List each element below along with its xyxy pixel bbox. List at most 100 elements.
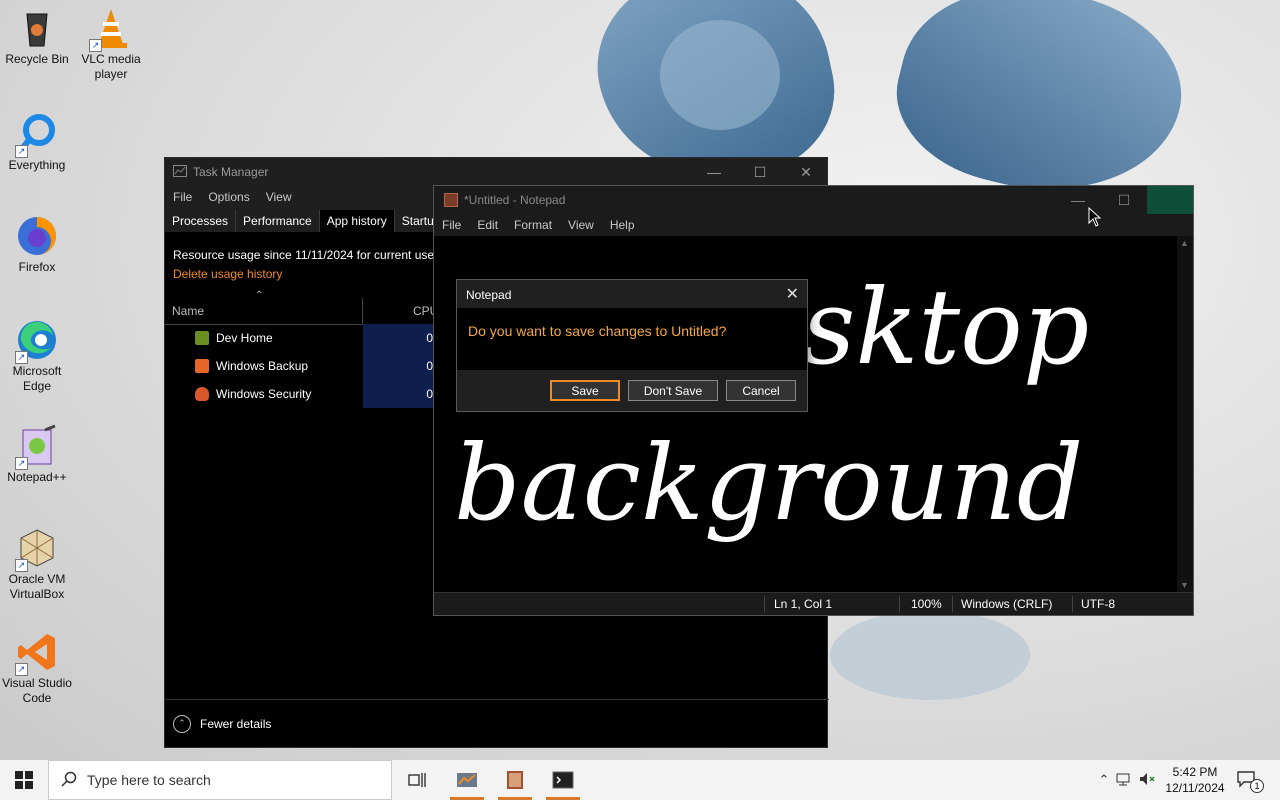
- wallpaper-ear-inner: [660, 20, 780, 130]
- status-position: Ln 1, Col 1: [774, 597, 833, 611]
- row-name: Windows Backup: [216, 359, 309, 373]
- row-cpu: 0: [363, 324, 435, 352]
- column-name[interactable]: Name: [165, 304, 362, 318]
- notepad-plus-plus-icon: ↗: [15, 424, 59, 470]
- task-manager-icon: [173, 164, 187, 180]
- menu-file[interactable]: File: [434, 218, 469, 232]
- recycle-bin-icon: [15, 6, 59, 50]
- desktop-icon-virtualbox[interactable]: ↗ Oracle VM VirtualBox: [0, 526, 74, 602]
- menu-view[interactable]: View: [560, 218, 602, 232]
- menu-format[interactable]: Format: [506, 218, 560, 232]
- status-divider: [952, 596, 953, 612]
- task-manager-icon: [457, 773, 477, 787]
- vscode-icon: ↗: [15, 630, 59, 676]
- save-button[interactable]: Save: [550, 380, 620, 401]
- row-name: Windows Security: [216, 387, 312, 401]
- taskbar-search-box[interactable]: Type here to search: [48, 760, 392, 800]
- tab-performance[interactable]: Performance: [236, 210, 320, 232]
- chevron-up-icon[interactable]: ⌃: [1096, 772, 1112, 788]
- taskbar-app-terminal[interactable]: [540, 760, 586, 800]
- shortcut-arrow-icon: ↗: [89, 39, 102, 52]
- task-view-icon: [408, 773, 426, 787]
- text-line-2: background: [454, 422, 1084, 544]
- desktop-icon-label: Oracle VM VirtualBox: [8, 572, 66, 601]
- search-magnifier-icon: ↗: [15, 112, 59, 158]
- minimize-button[interactable]: —: [691, 158, 737, 186]
- desktop-icon-edge[interactable]: ↗ Microsoft Edge: [0, 318, 74, 394]
- edge-icon: ↗: [15, 318, 59, 364]
- status-line-ending: Windows (CRLF): [961, 597, 1053, 611]
- desktop-icon-recycle-bin[interactable]: Recycle Bin: [0, 6, 74, 67]
- shortcut-arrow-icon: ↗: [15, 457, 28, 470]
- desktop-icon-vscode[interactable]: ↗ Visual Studio Code: [0, 630, 74, 706]
- desktop-icon-vlc[interactable]: ↗ VLC media player: [74, 6, 148, 82]
- menu-edit[interactable]: Edit: [469, 218, 506, 232]
- dev-home-icon: [195, 331, 209, 345]
- network-icon[interactable]: [1112, 772, 1136, 789]
- virtualbox-icon: ↗: [15, 526, 59, 572]
- shield-icon: [195, 387, 209, 401]
- notepad-statusbar: Ln 1, Col 1 100% Windows (CRLF) UTF-8: [434, 592, 1193, 615]
- speaker-icon[interactable]: [1136, 772, 1158, 789]
- close-button[interactable]: ✕: [783, 158, 829, 186]
- status-divider: [1072, 596, 1073, 612]
- desktop-icon-label: VLC media player: [81, 52, 141, 81]
- sort-ascending-icon: ⌃: [255, 290, 264, 301]
- dont-save-button[interactable]: Don't Save: [628, 380, 718, 401]
- close-button[interactable]: [1147, 186, 1193, 214]
- desktop-icon-label: Firefox: [18, 260, 56, 274]
- status-zoom: 100%: [911, 597, 942, 611]
- firefox-icon: [15, 214, 59, 258]
- desktop-icon-label: Everything: [8, 158, 66, 172]
- menu-file[interactable]: File: [165, 190, 200, 204]
- shortcut-arrow-icon: ↗: [15, 663, 28, 676]
- menu-options[interactable]: Options: [200, 190, 257, 204]
- clock-date: 12/11/2024: [1165, 781, 1225, 795]
- desktop-icon-firefox[interactable]: Firefox: [0, 214, 74, 275]
- tab-app-history[interactable]: App history: [319, 210, 395, 232]
- taskbar-app-task-manager[interactable]: [444, 760, 490, 800]
- taskbar-clock[interactable]: 5:42 PM 12/11/2024: [1160, 764, 1230, 796]
- row-name: Dev Home: [216, 331, 273, 345]
- maximize-button[interactable]: ☐: [737, 158, 783, 186]
- desktop-icon-notepad-plus-plus[interactable]: ↗ Notepad++: [0, 424, 74, 485]
- row-cpu: 0: [363, 352, 435, 380]
- notepad-icon: [507, 771, 523, 789]
- text-line-1: sktop: [802, 266, 1090, 388]
- dialog-question: Do you want to save changes to Untitled?: [468, 323, 727, 339]
- wallpaper-figure: [830, 610, 1030, 700]
- shortcut-arrow-icon: ↗: [15, 145, 28, 158]
- row-cpu: 0: [363, 380, 435, 408]
- taskbar-app-notepad[interactable]: [492, 760, 538, 800]
- menu-view[interactable]: View: [258, 190, 300, 204]
- menu-help[interactable]: Help: [602, 218, 643, 232]
- scroll-up-icon[interactable]: ▲: [1180, 238, 1189, 248]
- search-icon: [61, 771, 77, 790]
- mouse-cursor-icon: [1088, 206, 1102, 230]
- task-manager-title: Task Manager: [193, 165, 269, 179]
- desktop-icon-everything[interactable]: ↗ Everything: [0, 112, 74, 173]
- vertical-scrollbar[interactable]: ▲ ▼: [1177, 236, 1193, 592]
- taskbar: Type here to search ⌃ 5:42 PM 12/11/2024…: [0, 760, 1280, 800]
- system-tray: ⌃: [1096, 760, 1158, 800]
- task-view-button[interactable]: [394, 760, 440, 800]
- scroll-down-icon[interactable]: ▼: [1180, 580, 1189, 590]
- notepad-icon: [444, 193, 458, 207]
- status-encoding: UTF-8: [1081, 597, 1115, 611]
- notification-center-button[interactable]: 1: [1236, 770, 1264, 793]
- close-icon[interactable]: ✕: [786, 284, 799, 304]
- notepad-menubar: File Edit Format View Help: [434, 214, 1193, 236]
- terminal-icon: [552, 771, 574, 789]
- tab-processes[interactable]: Processes: [165, 210, 237, 232]
- start-button[interactable]: [0, 760, 48, 800]
- shortcut-arrow-icon: ↗: [15, 351, 28, 364]
- task-manager-window-controls: — ☐ ✕: [691, 158, 829, 186]
- status-divider: [899, 596, 900, 612]
- column-divider: [362, 298, 363, 324]
- save-changes-dialog[interactable]: Notepad ✕ Do you want to save changes to…: [456, 279, 808, 412]
- cancel-button[interactable]: Cancel: [726, 380, 796, 401]
- windows-logo-icon: [15, 771, 33, 789]
- maximize-button[interactable]: ☐: [1101, 186, 1147, 214]
- search-placeholder: Type here to search: [87, 772, 211, 788]
- fewer-details-button[interactable]: ⌃ Fewer details: [165, 699, 829, 747]
